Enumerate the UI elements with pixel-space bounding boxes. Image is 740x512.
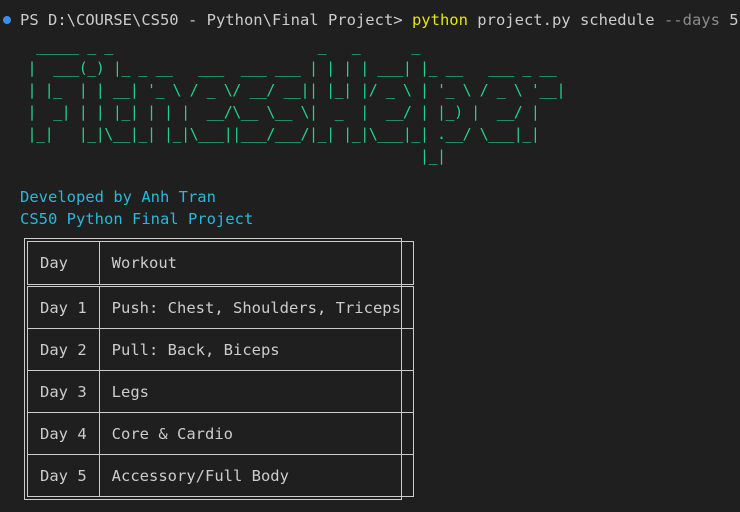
column-header-workout: Workout: [98, 241, 414, 287]
workout-cell: Pull: Back, Biceps: [98, 328, 414, 371]
workout-cell: Core & Cardio: [98, 412, 414, 455]
command-flag-value: 5: [729, 11, 739, 29]
table-row: Day 5 Accessory/Full Body: [27, 454, 414, 497]
banner-line: | ___(_) |_ _ __ ___ ___ ___ | | | | ___…: [19, 59, 557, 77]
table-row: Day 2 Pull: Back, Biceps: [27, 328, 414, 371]
table-row: Day 4 Core & Cardio: [27, 412, 414, 455]
command-args: project.py schedule: [477, 11, 655, 29]
banner-line: _____ _ _ _ _ _: [19, 37, 420, 55]
column-header-day: Day: [27, 241, 100, 287]
table-row: Day 3 Legs: [27, 370, 414, 413]
prompt-path: PS D:\COURSE\CS50 - Python\Final Project…: [20, 11, 403, 29]
schedule-table: Day Workout Day 1 Push: Chest, Shoulders…: [24, 238, 414, 500]
table-header-row: Day Workout: [27, 241, 414, 287]
day-cell: Day 1: [27, 285, 100, 329]
workout-cell: Accessory/Full Body: [98, 454, 414, 497]
project-credit: CS50 Python Final Project: [20, 210, 254, 228]
workout-cell: Push: Chest, Shoulders, Triceps: [98, 285, 414, 329]
table-row: Day 1 Push: Chest, Shoulders, Triceps: [27, 285, 414, 329]
banner-line: | |_ | | __| '_ \ / _ \/ __/ __|| |_| |/…: [19, 81, 566, 99]
day-cell: Day 2: [27, 328, 100, 371]
banner-line: |_| |_|\__|_| |_|\___||___/___/|_| |_|\_…: [19, 125, 540, 143]
prompt-text-line: PS D:\COURSE\CS50 - Python\Final Project…: [20, 9, 739, 31]
command-flag: --days: [663, 11, 720, 29]
day-cell: Day 4: [27, 412, 100, 455]
banner-line: | _| | | |_| | | | __/\__ \__ \| _ | __/…: [19, 103, 540, 121]
day-cell: Day 3: [27, 370, 100, 413]
command-status-icon[interactable]: [3, 16, 11, 24]
developer-credit: Developed by Anh Tran: [20, 188, 216, 206]
terminal-prompt-line: PS D:\COURSE\CS50 - Python\Final Project…: [0, 9, 739, 31]
command-name: python: [411, 11, 468, 29]
ascii-banner: _____ _ _ _ _ _ | ___(_) |_ _ __ ___ ___…: [19, 35, 566, 167]
workout-cell: Legs: [98, 370, 414, 413]
day-cell: Day 5: [27, 454, 100, 497]
banner-line: |_|: [19, 147, 446, 165]
